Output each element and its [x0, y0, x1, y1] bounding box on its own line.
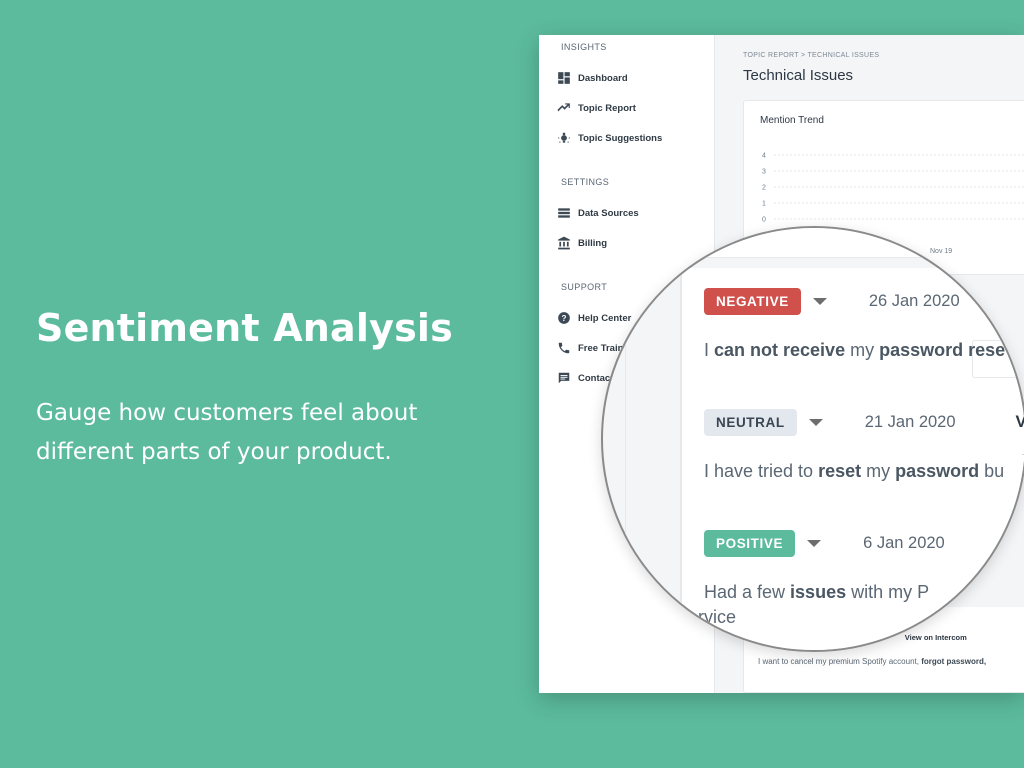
phone-icon [557, 341, 571, 355]
magnifier-lens: NEGATIVE 26 Jan 2020 I can not receive m… [601, 226, 1024, 652]
y-tick-label: 3 [762, 169, 766, 176]
list-icon [557, 206, 571, 220]
sidebar-item-topic-suggestions[interactable]: Topic Suggestions [557, 131, 662, 145]
caret-down-icon[interactable] [808, 419, 823, 426]
text-part-bold: reset [818, 461, 862, 481]
text-part: bu [979, 461, 1005, 481]
mention-text: I have tried to reset my password bu [704, 461, 1024, 482]
caret-down-icon[interactable] [807, 540, 822, 547]
sentiment-badge-neutral[interactable]: NEUTRAL [704, 409, 797, 436]
sidebar-item-data-sources[interactable]: Data Sources [557, 206, 639, 220]
sidebar-item-billing[interactable]: Billing [557, 236, 607, 250]
text-part: I have tried to [704, 461, 819, 481]
sidebar-section-settings: SETTINGS [561, 177, 610, 187]
y-tick-label: 4 [762, 153, 766, 160]
sentiment-badge-positive[interactable]: POSITIVE [704, 530, 796, 557]
mention-text: Had a few issues with my P [704, 582, 945, 603]
sidebar-section-insights: INSIGHTS [561, 42, 607, 52]
svg-text:?: ? [562, 314, 567, 323]
y-tick-label: 2 [762, 185, 766, 192]
y-tick-label: 1 [762, 201, 766, 208]
mention-text-line2: rvice [698, 607, 737, 627]
background-text: e nev [1016, 508, 1024, 517]
sidebar-item-topic-report[interactable]: Topic Report [557, 101, 636, 115]
text-part-bold: password [895, 461, 980, 481]
text-part: with my P [846, 582, 930, 602]
main-gutter [625, 258, 681, 638]
mention-date: 21 Jan 2020 [864, 413, 956, 431]
view-link-partial[interactable]: V [1016, 413, 1024, 432]
text-part-bold: password rese [879, 340, 1006, 360]
sidebar-item-dashboard[interactable]: Dashboard [557, 71, 628, 85]
mention-text: I want to cancel my premium Spotify acco… [758, 657, 986, 666]
sentiment-badge-negative[interactable]: NEGATIVE [704, 288, 801, 315]
text-part-bold: issues [790, 582, 847, 602]
help-icon: ? [557, 311, 571, 325]
sidebar-item-label: Dashboard [578, 72, 628, 84]
trending-up-icon [557, 101, 571, 115]
sidebar-item-label: Topic Report [578, 102, 636, 114]
text-part: I [704, 340, 715, 360]
lightbulb-icon [557, 131, 571, 145]
mention-text-plain: I want to cancel my premium Spotify acco… [758, 657, 922, 666]
hero-subtitle: Gauge how customers feel about different… [36, 400, 418, 465]
y-tick-label: 0 [762, 217, 766, 224]
sidebar-item-label: Topic Suggestions [578, 132, 663, 144]
text-part-bold: can not receive [714, 340, 846, 360]
sidebar-item-label: Data Sources [578, 207, 639, 219]
mention-item: NEUTRAL 21 Jan 2020 V I have tried to re… [704, 409, 1024, 482]
breadcrumb[interactable]: TOPIC REPORT > TECHNICAL ISSUES [743, 52, 879, 59]
mention-item: NEGATIVE 26 Jan 2020 I can not receive m… [704, 288, 1005, 361]
text-part: my [845, 340, 880, 360]
chat-icon [557, 371, 571, 385]
hero-title: Sentiment Analysis [36, 306, 453, 350]
dashboard-icon [557, 71, 571, 85]
mention-date: 6 Jan 2020 [863, 534, 945, 552]
mention-text: I can not receive my password rese [704, 340, 1005, 361]
text-part: my [861, 461, 896, 481]
page-title: Technical Issues [743, 67, 854, 84]
chart-title: Mention Trend [760, 115, 824, 126]
chart-card-bottom [603, 228, 1024, 258]
mention-date: 26 Jan 2020 [868, 292, 960, 310]
background-text: ily premium spotif [964, 586, 1024, 596]
mention-item: POSITIVE 6 Jan 2020 Had a few issues wit… [698, 530, 945, 628]
caret-down-icon[interactable] [812, 298, 827, 305]
sidebar-section-support: SUPPORT [561, 282, 608, 292]
bank-icon [557, 236, 571, 250]
mention-text-bold: forgot password, [921, 657, 987, 666]
text-part: Had a few [704, 582, 791, 602]
mentions-card-zoomed: NEGATIVE 26 Jan 2020 I can not receive m… [681, 268, 1024, 650]
